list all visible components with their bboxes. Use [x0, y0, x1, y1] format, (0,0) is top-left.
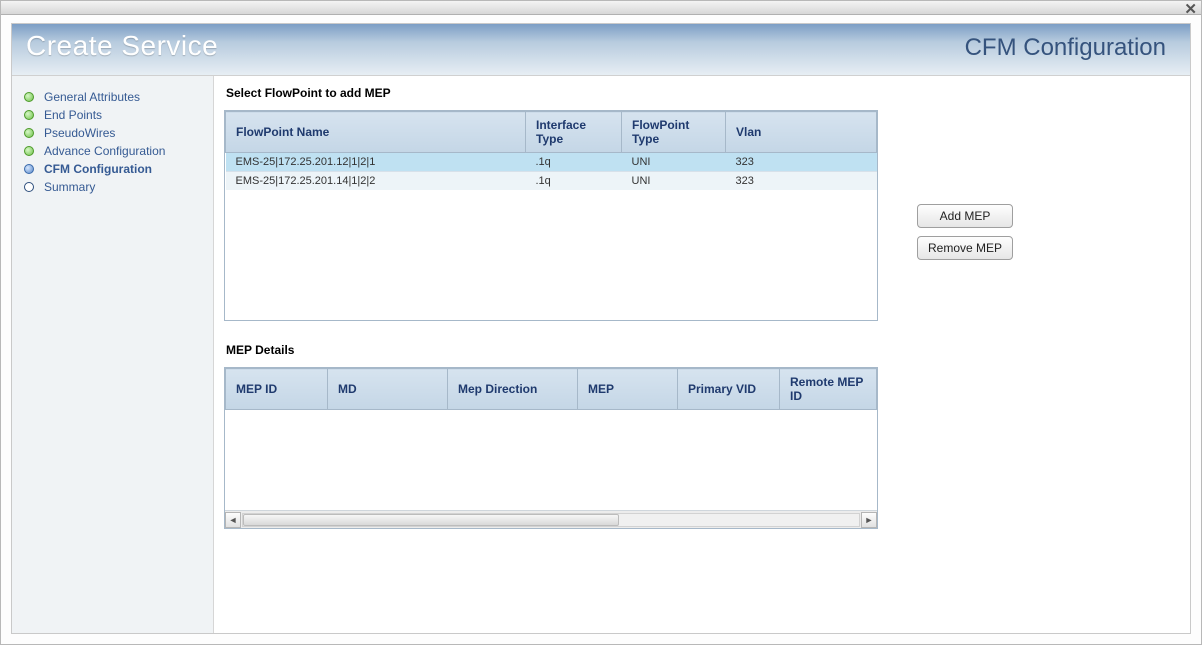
flowpoint-table-wrap: FlowPoint Name Interface Type FlowPoint … — [224, 110, 878, 321]
scroll-thumb[interactable] — [243, 514, 619, 526]
page-title: CFM Configuration — [965, 34, 1166, 62]
col-mep-direction[interactable]: Mep Direction — [448, 369, 578, 410]
dialog-window: ✕ Create Service CFM Configuration Gener… — [0, 0, 1202, 645]
scroll-right-icon[interactable]: ► — [861, 512, 877, 528]
col-flowpoint-type[interactable]: FlowPoint Type — [622, 112, 726, 153]
banner: Create Service CFM Configuration — [12, 24, 1190, 76]
table-empty-area — [225, 190, 877, 320]
scroll-track[interactable] — [242, 513, 860, 527]
cell-fptype: UNI — [622, 153, 726, 172]
col-vlan[interactable]: Vlan — [726, 112, 877, 153]
main-panel: Select FlowPoint to add MEP FlowPoint Na… — [214, 76, 1190, 633]
flowpoint-section-label: Select FlowPoint to add MEP — [226, 86, 1170, 100]
table-row[interactable]: EMS-25|172.25.201.14|1|2|2 .1q UNI 323 — [226, 172, 877, 191]
sidebar-item-label: PseudoWires — [44, 126, 115, 140]
mep-table: MEP ID MD Mep Direction MEP Primary VID … — [225, 368, 877, 410]
step-done-icon — [24, 110, 34, 120]
wizard-title: Create Service — [26, 30, 218, 62]
sidebar-item-pseudowires[interactable]: PseudoWires — [24, 124, 205, 142]
cell-vlan: 323 — [726, 153, 877, 172]
sidebar-item-advance-configuration[interactable]: Advance Configuration — [24, 142, 205, 160]
title-bar: ✕ — [1, 1, 1201, 15]
step-current-icon — [24, 164, 34, 174]
close-icon[interactable]: ✕ — [1184, 0, 1197, 18]
wizard-sidebar: General Attributes End Points PseudoWire… — [12, 76, 214, 633]
cell-iftype: .1q — [526, 153, 622, 172]
col-flowpoint-name[interactable]: FlowPoint Name — [226, 112, 526, 153]
sidebar-item-end-points[interactable]: End Points — [24, 106, 205, 124]
cell-vlan: 323 — [726, 172, 877, 191]
cell-iftype: .1q — [526, 172, 622, 191]
scroll-left-icon[interactable]: ◄ — [225, 512, 241, 528]
table-header-row: MEP ID MD Mep Direction MEP Primary VID … — [226, 369, 877, 410]
col-mep-id[interactable]: MEP ID — [226, 369, 328, 410]
col-md[interactable]: MD — [328, 369, 448, 410]
col-remote-mep-id[interactable]: Remote MEP ID — [780, 369, 877, 410]
col-primary-vid[interactable]: Primary VID — [678, 369, 780, 410]
body: General Attributes End Points PseudoWire… — [12, 76, 1190, 633]
sidebar-item-label: End Points — [44, 108, 102, 122]
horizontal-scrollbar[interactable]: ◄ ► — [225, 510, 877, 528]
table-row[interactable]: EMS-25|172.25.201.12|1|2|1 .1q UNI 323 — [226, 153, 877, 172]
sidebar-item-label: General Attributes — [44, 90, 140, 104]
sidebar-item-cfm-configuration[interactable]: CFM Configuration — [24, 160, 205, 178]
col-mep[interactable]: MEP — [578, 369, 678, 410]
remove-mep-button[interactable]: Remove MEP — [917, 236, 1013, 260]
step-done-icon — [24, 92, 34, 102]
table-empty-area — [225, 410, 877, 510]
table-header-row: FlowPoint Name Interface Type FlowPoint … — [226, 112, 877, 153]
flowpoint-table: FlowPoint Name Interface Type FlowPoint … — [225, 111, 877, 190]
sidebar-item-label: Summary — [44, 180, 95, 194]
mep-section-label: MEP Details — [226, 343, 1170, 357]
sidebar-item-label: Advance Configuration — [44, 144, 165, 158]
sidebar-item-label: CFM Configuration — [44, 162, 152, 176]
step-done-icon — [24, 146, 34, 156]
cell-name: EMS-25|172.25.201.14|1|2|2 — [226, 172, 526, 191]
cell-name: EMS-25|172.25.201.12|1|2|1 — [226, 153, 526, 172]
cell-fptype: UNI — [622, 172, 726, 191]
sidebar-item-general-attributes[interactable]: General Attributes — [24, 88, 205, 106]
step-done-icon — [24, 128, 34, 138]
inner-frame: Create Service CFM Configuration General… — [11, 23, 1191, 634]
sidebar-item-summary[interactable]: Summary — [24, 178, 205, 196]
mep-table-wrap: MEP ID MD Mep Direction MEP Primary VID … — [224, 367, 878, 529]
button-column: Add MEP Remove MEP — [917, 204, 1013, 260]
add-mep-button[interactable]: Add MEP — [917, 204, 1013, 228]
step-todo-icon — [24, 182, 34, 192]
col-interface-type[interactable]: Interface Type — [526, 112, 622, 153]
